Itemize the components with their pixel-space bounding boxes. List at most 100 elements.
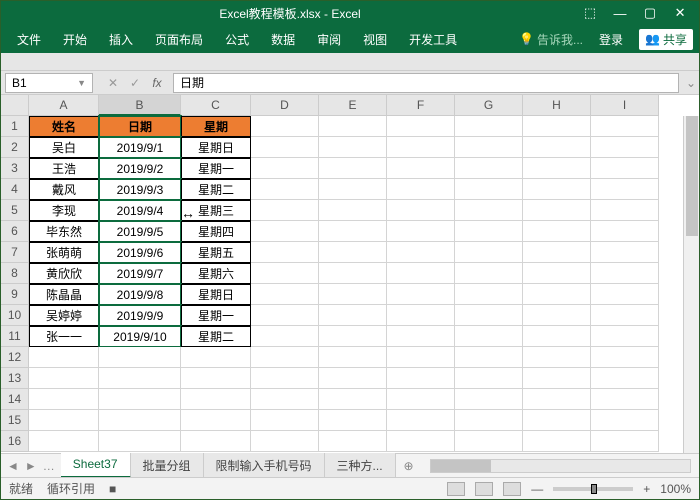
ribbon-tab-1[interactable]: 开始 <box>53 25 97 54</box>
cell-G8[interactable] <box>455 263 523 284</box>
maximize-button[interactable]: ▢ <box>635 3 665 23</box>
ribbon-tab-7[interactable]: 视图 <box>353 25 397 54</box>
cell-C6[interactable]: 星期四 <box>181 221 251 242</box>
cell-I10[interactable] <box>591 305 659 326</box>
ribbon-tab-5[interactable]: 数据 <box>261 25 305 54</box>
cell-G12[interactable] <box>455 347 523 368</box>
row-header-7[interactable]: 7 <box>1 242 29 263</box>
cell-I12[interactable] <box>591 347 659 368</box>
cell-G4[interactable] <box>455 179 523 200</box>
cell-E9[interactable] <box>319 284 387 305</box>
cell-C1[interactable]: 星期 <box>181 116 251 137</box>
row-header-4[interactable]: 4 <box>1 179 29 200</box>
cell-A8[interactable]: 黄欣欣 <box>29 263 99 284</box>
cell-I13[interactable] <box>591 368 659 389</box>
col-header-G[interactable]: G <box>455 95 523 116</box>
cell-A11[interactable]: 张一一 <box>29 326 99 347</box>
formula-input[interactable]: 日期 <box>173 73 679 93</box>
row-header-16[interactable]: 16 <box>1 431 29 452</box>
sheet-tab-2[interactable]: 限制输入手机号码 <box>204 453 325 478</box>
cell-B15[interactable] <box>99 410 181 431</box>
horizontal-scroll-thumb[interactable] <box>431 460 491 472</box>
row-header-5[interactable]: 5 <box>1 200 29 221</box>
cell-H10[interactable] <box>523 305 591 326</box>
cell-I2[interactable] <box>591 137 659 158</box>
profile-icon[interactable]: ⬚ <box>575 3 605 23</box>
cell-C16[interactable] <box>181 431 251 452</box>
confirm-formula-button[interactable]: ✓ <box>125 74 145 92</box>
cell-D9[interactable] <box>251 284 319 305</box>
cell-A3[interactable]: 王浩 <box>29 158 99 179</box>
sheet-nav-prev[interactable]: ◄ <box>7 459 19 473</box>
ribbon-tab-8[interactable]: 开发工具 <box>399 25 467 54</box>
view-layout-button[interactable] <box>475 482 493 496</box>
view-normal-button[interactable] <box>447 482 465 496</box>
cell-G13[interactable] <box>455 368 523 389</box>
col-header-E[interactable]: E <box>319 95 387 116</box>
cell-E12[interactable] <box>319 347 387 368</box>
cell-D15[interactable] <box>251 410 319 431</box>
formula-expand-icon[interactable]: ⌄ <box>683 76 699 90</box>
cell-C11[interactable]: 星期二 <box>181 326 251 347</box>
cell-D12[interactable] <box>251 347 319 368</box>
cell-F11[interactable] <box>387 326 455 347</box>
col-header-I[interactable]: I <box>591 95 659 116</box>
cell-E5[interactable] <box>319 200 387 221</box>
cell-E1[interactable] <box>319 116 387 137</box>
cell-E11[interactable] <box>319 326 387 347</box>
row-header-14[interactable]: 14 <box>1 389 29 410</box>
zoom-slider-thumb[interactable] <box>591 484 597 494</box>
cell-F6[interactable] <box>387 221 455 242</box>
cell-A4[interactable]: 戴风 <box>29 179 99 200</box>
cell-H3[interactable] <box>523 158 591 179</box>
cell-F16[interactable] <box>387 431 455 452</box>
row-header-12[interactable]: 12 <box>1 347 29 368</box>
cell-E6[interactable] <box>319 221 387 242</box>
cell-D11[interactable] <box>251 326 319 347</box>
cell-A9[interactable]: 陈晶晶 <box>29 284 99 305</box>
cell-G3[interactable] <box>455 158 523 179</box>
vertical-scroll-thumb[interactable] <box>686 116 698 236</box>
horizontal-scrollbar[interactable] <box>430 459 691 473</box>
cell-E4[interactable] <box>319 179 387 200</box>
cell-A5[interactable]: 李现 <box>29 200 99 221</box>
cell-B11[interactable]: 2019/9/10 <box>99 326 181 347</box>
cancel-formula-button[interactable]: ✕ <box>103 74 123 92</box>
tell-me[interactable]: 💡告诉我... <box>519 31 583 48</box>
fx-button[interactable]: fx <box>147 74 167 92</box>
cell-H4[interactable] <box>523 179 591 200</box>
cell-I1[interactable] <box>591 116 659 137</box>
cell-F2[interactable] <box>387 137 455 158</box>
cell-E3[interactable] <box>319 158 387 179</box>
cell-C14[interactable] <box>181 389 251 410</box>
zoom-slider[interactable] <box>553 487 633 491</box>
add-sheet-button[interactable]: ⊕ <box>396 455 422 477</box>
cell-B7[interactable]: 2019/9/6 <box>99 242 181 263</box>
cell-E10[interactable] <box>319 305 387 326</box>
cell-E2[interactable] <box>319 137 387 158</box>
cell-D10[interactable] <box>251 305 319 326</box>
sheet-tab-0[interactable]: Sheet37 <box>61 453 131 478</box>
cell-I14[interactable] <box>591 389 659 410</box>
ribbon-tab-4[interactable]: 公式 <box>215 25 259 54</box>
cell-A13[interactable] <box>29 368 99 389</box>
cell-B2[interactable]: 2019/9/1 <box>99 137 181 158</box>
row-header-1[interactable]: 1 <box>1 116 29 137</box>
cell-H16[interactable] <box>523 431 591 452</box>
ribbon-tab-3[interactable]: 页面布局 <box>145 25 213 54</box>
sheet-nav-more[interactable]: … <box>43 459 55 473</box>
row-header-9[interactable]: 9 <box>1 284 29 305</box>
cell-I16[interactable] <box>591 431 659 452</box>
cell-D14[interactable] <box>251 389 319 410</box>
select-all-button[interactable] <box>1 95 29 116</box>
cell-F12[interactable] <box>387 347 455 368</box>
cell-B5[interactable]: 2019/9/4 <box>99 200 181 221</box>
sheet-nav-next[interactable]: ► <box>25 459 37 473</box>
cell-D16[interactable] <box>251 431 319 452</box>
cell-G15[interactable] <box>455 410 523 431</box>
cell-H6[interactable] <box>523 221 591 242</box>
login-link[interactable]: 登录 <box>589 25 633 54</box>
ribbon-tab-2[interactable]: 插入 <box>99 25 143 54</box>
cell-A6[interactable]: 毕东然 <box>29 221 99 242</box>
status-record-icon[interactable]: ■ <box>109 482 116 496</box>
